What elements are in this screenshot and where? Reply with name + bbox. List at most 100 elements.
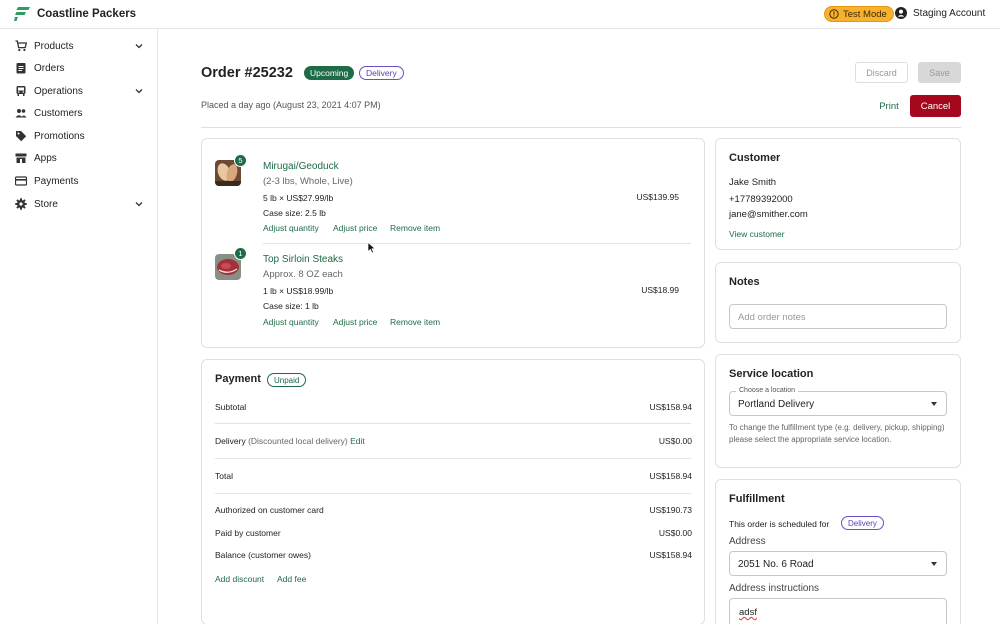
- delivery-type-badge: Delivery: [359, 66, 404, 80]
- card-icon: [15, 176, 27, 186]
- header-divider: [201, 127, 961, 128]
- sidebar-item-customers[interactable]: Customers: [0, 103, 158, 123]
- delivery-edit-link[interactable]: Edit: [350, 436, 365, 446]
- mouse-cursor-icon: [367, 242, 376, 254]
- sidebar-item-apps[interactable]: Apps: [0, 148, 158, 168]
- clipboard-icon: [16, 63, 26, 74]
- item-name-link[interactable]: Mirugai/Geoduck: [263, 161, 339, 172]
- delivery-value: US$0.00: [658, 436, 692, 446]
- gear-icon: [15, 198, 27, 210]
- chevron-down-icon: [135, 202, 143, 207]
- brand[interactable]: Coastline Packers: [14, 6, 136, 22]
- sidebar-item-operations[interactable]: Operations: [0, 81, 158, 101]
- sidebar-item-label: Store: [34, 198, 58, 210]
- remove-item-link[interactable]: Remove item: [390, 223, 440, 233]
- add-discount-link[interactable]: Add discount: [215, 574, 264, 584]
- remove-item-link[interactable]: Remove item: [390, 317, 440, 327]
- tag-icon: [16, 131, 27, 142]
- sidebar-item-orders[interactable]: Orders: [0, 58, 158, 78]
- discard-button[interactable]: Discard: [855, 62, 908, 83]
- sidebar-item-label: Apps: [34, 152, 57, 164]
- caret-down-icon: [931, 562, 937, 566]
- scheduled-text: This order is scheduled for: [729, 519, 830, 529]
- address-label: Address: [729, 536, 766, 547]
- item-case-size: Case size: 1 lb: [263, 301, 319, 311]
- fulfillment-card: Fulfillment This order is scheduled for …: [715, 479, 961, 624]
- brand-name: Coastline Packers: [37, 8, 137, 20]
- total-label: Total: [215, 471, 233, 481]
- store-icon: [15, 153, 27, 163]
- order-notes-input[interactable]: Add order notes: [729, 304, 947, 329]
- select-value: 2051 No. 6 Road: [738, 559, 814, 570]
- customer-title: Customer: [729, 152, 781, 164]
- payment-card: Payment Unpaid Subtotal US$158.94 Delive…: [201, 359, 705, 624]
- payment-divider: [215, 493, 691, 494]
- customer-card: Customer Jake Smith +17789392000 jane@sm…: [715, 138, 961, 250]
- save-button[interactable]: Save: [918, 62, 961, 83]
- item-case-size: Case size: 2.5 lb: [263, 208, 326, 218]
- address-instructions-input[interactable]: adsf: [729, 598, 947, 624]
- service-location-help: To change the fulfillment type (e.g. del…: [729, 423, 945, 444]
- view-customer-link[interactable]: View customer: [729, 229, 785, 239]
- subtotal-value: US$158.94: [649, 402, 692, 412]
- sidebar-item-label: Promotions: [34, 130, 85, 142]
- main-content: Order #25232 Upcoming Delivery Placed a …: [159, 29, 1000, 624]
- order-notes-placeholder: Add order notes: [738, 312, 806, 323]
- sidebar-item-promotions[interactable]: Promotions: [0, 126, 158, 146]
- account-icon: [895, 7, 907, 19]
- paid-value: US$0.00: [658, 528, 692, 538]
- item-name-link[interactable]: Top Sirloin Steaks: [263, 254, 343, 265]
- cancel-order-button[interactable]: Cancel: [910, 95, 961, 117]
- test-mode-badge[interactable]: Test Mode: [824, 6, 894, 22]
- people-icon: [15, 109, 27, 118]
- instructions-value: adsf: [739, 607, 757, 618]
- sidebar-item-label: Operations: [34, 85, 83, 97]
- payment-divider: [215, 458, 691, 459]
- caret-down-icon: [931, 402, 937, 406]
- line-items-card: 5 Mirugai/Geoduck (2-3 lbs, Whole, Live)…: [201, 138, 705, 348]
- adjust-price-link[interactable]: Adjust price: [333, 317, 377, 327]
- paid-label: Paid by customer: [215, 528, 281, 538]
- notes-card: Notes Add order notes: [715, 262, 961, 343]
- adjust-price-link[interactable]: Adjust price: [333, 223, 377, 233]
- item-price-line: 5 lb × US$27.99/lb: [263, 193, 334, 203]
- customer-phone: +17789392000: [729, 194, 793, 205]
- quantity-badge: 1: [234, 247, 247, 260]
- notes-title: Notes: [729, 276, 760, 288]
- sidebar-item-store[interactable]: Store: [0, 194, 158, 214]
- address-select[interactable]: 2051 No. 6 Road: [729, 551, 947, 576]
- adjust-quantity-link[interactable]: Adjust quantity: [263, 317, 319, 327]
- delivery-label: Delivery (Discounted local delivery) Edi…: [215, 436, 365, 446]
- sidebar-item-label: Products: [34, 40, 74, 52]
- customer-name: Jake Smith: [729, 177, 776, 188]
- fulfillment-title: Fulfillment: [729, 493, 785, 505]
- instructions-label: Address instructions: [729, 583, 820, 594]
- item-variant: Approx. 8 OZ each: [263, 269, 343, 280]
- sidebar-item-label: Payments: [34, 175, 79, 187]
- print-button[interactable]: Print: [872, 96, 906, 117]
- service-location-select[interactable]: Choose a location Portland Delivery: [729, 387, 947, 416]
- customer-email: jane@smither.com: [729, 209, 808, 220]
- sidebar-item-label: Orders: [34, 62, 65, 74]
- test-mode-label: Test Mode: [843, 8, 887, 20]
- account-name: Staging Account: [913, 7, 986, 19]
- sidebar: Products Orders Operations Customers Pro…: [0, 29, 158, 624]
- add-fee-link[interactable]: Add fee: [277, 574, 306, 584]
- subtotal-label: Subtotal: [215, 402, 247, 412]
- service-location-title: Service location: [729, 368, 814, 380]
- payment-title: Payment: [215, 373, 261, 385]
- quantity-badge: 5: [234, 154, 247, 167]
- sidebar-item-payments[interactable]: Payments: [0, 171, 158, 191]
- total-value: US$158.94: [649, 471, 692, 481]
- sidebar-item-products[interactable]: Products: [0, 36, 158, 56]
- select-legend: Choose a location: [736, 387, 799, 394]
- chevron-down-icon: [135, 89, 143, 94]
- delivery-label-text: Delivery: [215, 436, 246, 446]
- item-variant: (2-3 lbs, Whole, Live): [263, 176, 353, 187]
- account-menu[interactable]: Staging Account: [895, 7, 985, 19]
- adjust-quantity-link[interactable]: Adjust quantity: [263, 223, 319, 233]
- placed-timestamp: Placed a day ago (August 23, 2021 4:07 P…: [201, 100, 381, 110]
- balance-label: Balance (customer owes): [215, 550, 311, 560]
- cart-icon: [15, 40, 27, 52]
- select-value: Portland Delivery: [738, 399, 815, 410]
